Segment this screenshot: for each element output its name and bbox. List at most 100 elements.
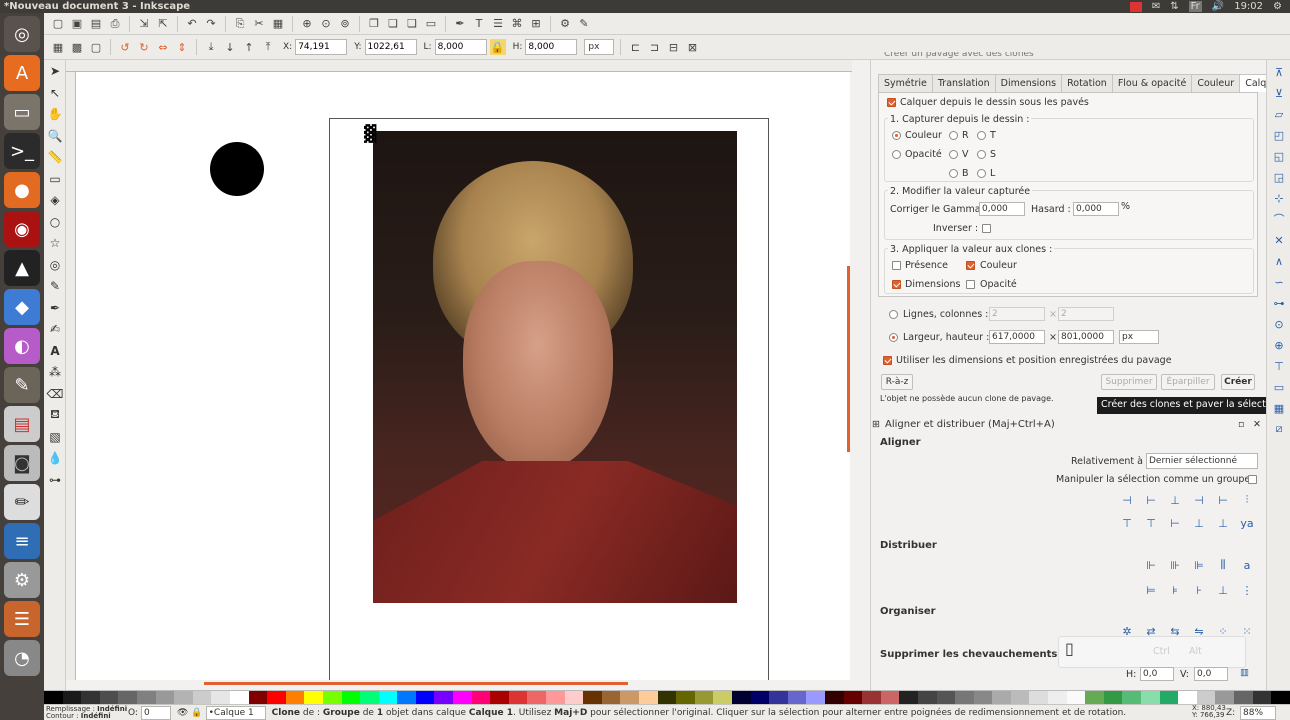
scale-corners-icon[interactable]: ⊐ <box>646 39 662 55</box>
dimensions-checkbox[interactable] <box>892 280 901 289</box>
palette-swatch[interactable] <box>397 691 416 705</box>
x-field[interactable] <box>295 39 348 55</box>
select-all-icon[interactable]: ▦ <box>50 39 66 55</box>
disk-icon[interactable]: ◔ <box>4 640 40 676</box>
volume-icon[interactable]: 🔊 <box>1212 1 1224 12</box>
rows-cols-radio[interactable] <box>889 310 898 319</box>
rect-tool-icon[interactable]: ▭ <box>46 170 64 188</box>
zoom-page-icon[interactable]: ⊚ <box>337 16 353 32</box>
open-icon[interactable]: ▣ <box>69 16 85 32</box>
pen-tool-icon[interactable]: ✒ <box>46 299 64 317</box>
palette-swatch[interactable] <box>899 691 918 705</box>
snap-bbox-edges-icon[interactable]: ▱ <box>1270 105 1288 123</box>
snap-bbox-corners-icon[interactable]: ◰ <box>1270 126 1288 144</box>
trace-checkbox[interactable] <box>887 98 896 107</box>
ubuntu-icon[interactable]: ◎ <box>4 16 40 52</box>
radio-l[interactable] <box>977 169 986 178</box>
layer-visibility-icon[interactable]: 👁 <box>177 708 188 718</box>
presence-checkbox[interactable] <box>892 261 901 270</box>
dropbox-icon[interactable]: ✉ <box>1152 1 1160 12</box>
opacite-checkbox[interactable] <box>966 280 975 289</box>
palette-swatch[interactable] <box>713 691 732 705</box>
distribute-center-v-icon[interactable]: ⊧ <box>1167 582 1183 598</box>
firefox-icon[interactable]: ● <box>4 172 40 208</box>
palette-swatch[interactable] <box>1215 691 1234 705</box>
palette-swatch[interactable] <box>229 691 249 705</box>
zoom-field[interactable]: 88% <box>1240 706 1276 720</box>
palette-swatch[interactable] <box>1085 691 1104 705</box>
wh-unit-select[interactable]: px <box>1119 330 1159 344</box>
tweak-tool-icon[interactable]: ✋ <box>46 105 64 123</box>
palette-swatch[interactable] <box>341 691 361 705</box>
align-left-icon[interactable]: ⊢ <box>1143 492 1159 508</box>
save-icon[interactable]: ▤ <box>88 16 104 32</box>
palette-swatch[interactable] <box>564 691 584 705</box>
inkscape-icon[interactable]: ▲ <box>4 250 40 286</box>
xml-editor-icon[interactable]: ⌘ <box>509 16 525 32</box>
copy-icon[interactable]: ⎘ <box>232 16 248 32</box>
align-right-edge-icon[interactable]: ⊣ <box>1119 492 1135 508</box>
layer-select[interactable]: •Calque 1 <box>205 705 266 720</box>
palette-swatch[interactable] <box>1234 691 1253 705</box>
palette-swatch[interactable] <box>731 691 751 705</box>
snap-enable-icon[interactable]: ⊼ <box>1270 63 1288 81</box>
align-dialog-restore-icon[interactable]: ▫ <box>1238 419 1244 430</box>
measure-tool-icon[interactable]: 📏 <box>46 148 64 166</box>
palette-swatch[interactable] <box>639 691 658 705</box>
terminal-icon[interactable]: >_ <box>4 133 40 169</box>
zoom-drawing-icon[interactable]: ⊙ <box>318 16 334 32</box>
print-icon[interactable]: ⎙ <box>107 16 123 32</box>
transform-gradients-icon[interactable]: ⊟ <box>665 39 681 55</box>
eraser-tool-icon[interactable]: ⌫ <box>46 385 64 403</box>
distribute-baseline-icon[interactable]: a <box>1239 557 1255 573</box>
snap-smooth-icon[interactable]: ∽ <box>1270 273 1288 291</box>
zoom-selection-icon[interactable]: ⊕ <box>299 16 315 32</box>
rotate-ccw-icon[interactable]: ↺ <box>117 39 133 55</box>
transform-patterns-icon[interactable]: ⊠ <box>684 39 700 55</box>
palette-swatch[interactable] <box>304 691 323 705</box>
text-editor-icon[interactable]: ✏ <box>4 484 40 520</box>
tab-symetrie[interactable]: Symétrie <box>878 74 933 92</box>
snap-bbox-centers-icon[interactable]: ◲ <box>1270 168 1288 186</box>
palette-swatch[interactable] <box>434 691 454 705</box>
screenshot-icon[interactable]: ◙ <box>4 445 40 481</box>
preferences-icon[interactable]: ⚙ <box>557 16 573 32</box>
palette-swatch[interactable] <box>211 691 230 705</box>
tab-couleur[interactable]: Couleur <box>1191 74 1241 92</box>
stack-icon[interactable]: ☰ <box>4 601 40 637</box>
presentation-icon[interactable]: ▤ <box>4 406 40 442</box>
align-text-baseline-icon[interactable]: ya <box>1239 515 1255 531</box>
software-center-icon[interactable]: A <box>4 55 40 91</box>
select-all-layers-icon[interactable]: ▩ <box>69 39 85 55</box>
snap-object-centers-icon[interactable]: ⊙ <box>1270 315 1288 333</box>
palette-swatch[interactable] <box>81 691 100 705</box>
document-properties-icon[interactable]: ✎ <box>576 16 592 32</box>
spray-tool-icon[interactable]: ⁂ <box>46 363 64 381</box>
palette-swatch[interactable] <box>843 691 863 705</box>
height-field[interactable] <box>525 39 578 55</box>
distribute-right-icon[interactable]: ⊫ <box>1191 557 1207 573</box>
palette-swatch[interactable] <box>471 691 491 705</box>
align-dialog-close-icon[interactable]: ✕ <box>1253 419 1261 430</box>
snap-rotation-centers-icon[interactable]: ⊕ <box>1270 336 1288 354</box>
gamma-field[interactable]: 0,000 <box>979 202 1025 216</box>
y-field[interactable] <box>364 39 417 55</box>
flip-horizontal-icon[interactable]: ⇔ <box>155 39 171 55</box>
palette-swatch[interactable] <box>1122 691 1142 705</box>
height-value-field[interactable]: 801,0000 <box>1058 330 1114 344</box>
cols-field[interactable]: 2 <box>1058 307 1114 321</box>
center-horizontal-axis-icon[interactable]: ⊢ <box>1167 515 1183 531</box>
palette-swatch[interactable] <box>787 691 807 705</box>
rotate-cw-icon[interactable]: ↻ <box>136 39 152 55</box>
box-3d-tool-icon[interactable]: ◈ <box>46 191 64 209</box>
remove-button[interactable]: Supprimer <box>1101 374 1157 390</box>
align-left-edge-icon[interactable]: ⊢ <box>1215 492 1231 508</box>
redo-icon[interactable]: ↷ <box>203 16 219 32</box>
palette-swatch[interactable] <box>44 691 63 705</box>
radio-s[interactable] <box>977 150 986 159</box>
network-icon[interactable]: ⇅ <box>1170 1 1178 12</box>
reset-button[interactable]: R-à-z <box>881 374 913 390</box>
unlink-clone-icon[interactable]: ❑ <box>404 16 420 32</box>
snap-nodes-icon[interactable]: ⊹ <box>1270 189 1288 207</box>
files-icon[interactable]: ▭ <box>4 94 40 130</box>
